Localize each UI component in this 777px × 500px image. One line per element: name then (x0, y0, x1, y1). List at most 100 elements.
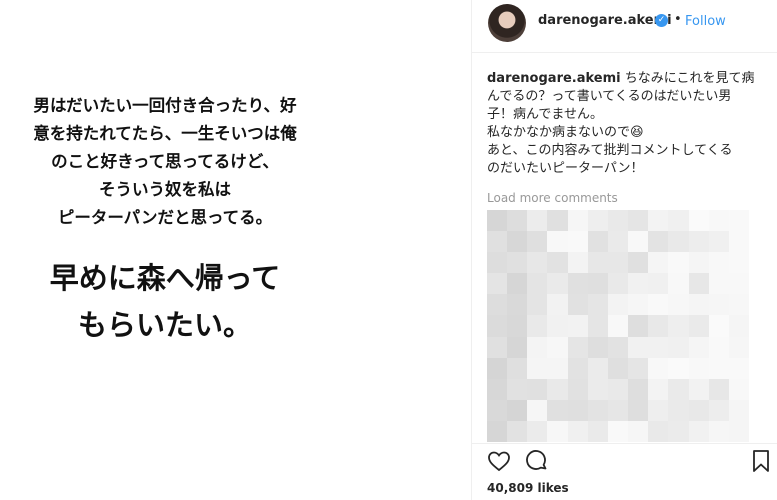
pixel-block (668, 357, 690, 380)
quote-line: 男はだいたい一回付き合ったり、好 (33, 96, 297, 115)
pixel-block (607, 399, 629, 422)
caption-line: ちなみにこれを見て病 (624, 71, 755, 86)
pixel-block (688, 252, 710, 274)
pixel-block (648, 420, 669, 443)
actions-divider (472, 443, 777, 444)
pixel-block (628, 315, 649, 338)
pixel-block (728, 420, 750, 443)
pixel-block (628, 294, 649, 316)
bookmark-icon[interactable] (750, 449, 772, 477)
pixel-block (688, 210, 710, 232)
pixel-block (487, 231, 508, 253)
pixel-block (628, 420, 649, 443)
pixel-block (507, 315, 528, 338)
pixel-block (527, 315, 548, 338)
avatar[interactable] (488, 4, 526, 42)
pixel-block (587, 315, 609, 338)
pixel-block (547, 294, 569, 316)
pixel-block (688, 357, 710, 380)
caption-line: 私なかなか病まないので😆 (487, 125, 644, 140)
verified-badge-icon: ✓ (655, 14, 668, 27)
pixel-block (607, 315, 629, 338)
post-image: 男はだいたい一回付き合ったり、好 意を持たれてたら、一生そいつは俺 のこと好きっ… (0, 0, 471, 500)
comment-bubble-icon[interactable] (525, 449, 549, 477)
post-header: darenogare.akemi ✓ • Follow (472, 0, 777, 52)
pixel-block (708, 294, 730, 316)
pixel-block (668, 231, 690, 253)
pixel-block (487, 315, 508, 338)
post-caption: darenogare.akemi ちなみにこれを見て病 んでるの？って書いてくる… (487, 70, 772, 178)
headline-line: もらいたい。 (77, 308, 252, 342)
pixel-block (547, 315, 569, 338)
pixel-block (487, 252, 508, 274)
pixel-block (507, 399, 528, 422)
pixel-block (567, 210, 589, 232)
pixel-block (607, 252, 629, 274)
pixel-block (527, 231, 548, 253)
pixel-block (668, 294, 690, 316)
quote-line: 意を持たれてたら、一生そいつは俺 (33, 124, 297, 143)
pixel-block (688, 399, 710, 422)
load-more-comments-link[interactable]: Load more comments (487, 191, 618, 205)
action-bar (472, 445, 777, 475)
pixel-block (648, 231, 669, 253)
pixel-block (688, 378, 710, 401)
pixel-block (607, 294, 629, 316)
pixel-block (688, 315, 710, 338)
pixel-block (668, 378, 690, 401)
pixel-block (607, 231, 629, 253)
pixel-block (507, 294, 528, 316)
panel-divider (471, 0, 472, 500)
pixel-block (567, 378, 589, 401)
pixel-block (587, 399, 609, 422)
pixel-block (507, 357, 528, 380)
pixel-block (728, 231, 750, 253)
pixel-block (708, 336, 730, 359)
pixel-block (587, 273, 609, 295)
pixel-block (708, 378, 730, 401)
pixel-block (547, 378, 569, 401)
pixel-block (648, 273, 669, 295)
pixel-block (487, 399, 508, 422)
pixel-block (527, 273, 548, 295)
pixel-block (587, 420, 609, 443)
pixel-block (547, 420, 569, 443)
pixel-block (668, 315, 690, 338)
pixel-block (688, 420, 710, 443)
pixel-block (607, 273, 629, 295)
pixel-block (728, 252, 750, 274)
pixel-block (628, 252, 649, 274)
headline-line: 早めに森へ帰って (49, 261, 281, 295)
pixel-block (648, 252, 669, 274)
pixel-block (708, 420, 730, 443)
pixel-block (648, 315, 669, 338)
pixel-block (648, 210, 669, 232)
pixel-block (668, 252, 690, 274)
pixel-block (487, 210, 508, 232)
follow-button[interactable]: Follow (685, 14, 726, 29)
pixel-block (587, 252, 609, 274)
likes-count[interactable]: 40,809 likes (487, 481, 569, 495)
pixel-block (587, 231, 609, 253)
caption-username-link[interactable]: darenogare.akemi (487, 71, 621, 86)
pixel-block (547, 252, 569, 274)
pixel-block (507, 252, 528, 274)
pixel-block (708, 315, 730, 338)
pixel-block (668, 336, 690, 359)
pixel-block (688, 336, 710, 359)
pixel-block (567, 357, 589, 380)
pixel-block (587, 294, 609, 316)
pixel-block (668, 399, 690, 422)
pixel-block (688, 273, 710, 295)
pixel-block (628, 336, 649, 359)
pixel-block (547, 231, 569, 253)
pixel-block (487, 378, 508, 401)
pixel-block (728, 315, 750, 338)
pixel-block (567, 231, 589, 253)
username-link[interactable]: darenogare.akemi (538, 13, 672, 28)
pixel-block (527, 252, 548, 274)
pixel-block (628, 399, 649, 422)
pixel-block (507, 273, 528, 295)
heart-icon[interactable] (487, 449, 511, 477)
pixel-block (507, 420, 528, 443)
